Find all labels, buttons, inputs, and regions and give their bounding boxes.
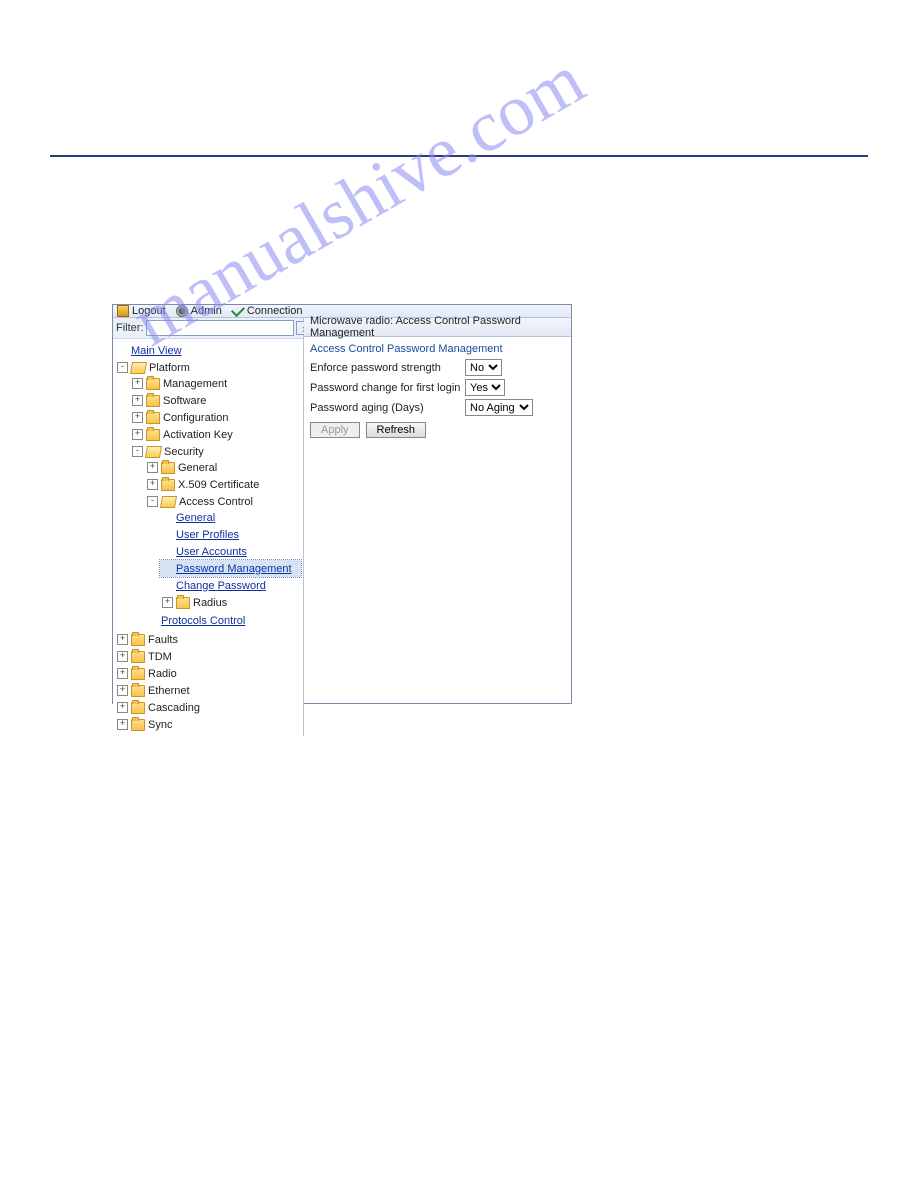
admin-icon	[176, 305, 188, 317]
folder-icon	[161, 479, 175, 491]
admin-label: Admin	[191, 305, 222, 317]
first-login-change-label: Password change for first login	[310, 382, 465, 394]
tree-item-ac-general[interactable]: General	[162, 510, 301, 525]
apply-button[interactable]: Apply	[310, 422, 360, 438]
expand-icon[interactable]: +	[117, 685, 128, 696]
collapse-icon[interactable]: -	[132, 446, 143, 457]
tree-item-faults[interactable]: + Faults	[117, 632, 301, 647]
first-login-change-select[interactable]: Yes	[465, 379, 505, 396]
tree-item-user-accounts[interactable]: User Accounts	[162, 544, 301, 559]
tree-item-radio[interactable]: + Radio	[117, 666, 301, 681]
expand-icon[interactable]: +	[117, 651, 128, 662]
main-view-link[interactable]: Main View	[131, 345, 182, 357]
admin-button[interactable]: Admin	[176, 305, 222, 317]
tree-item-software[interactable]: + Software	[132, 393, 301, 408]
enforce-strength-select[interactable]: No	[465, 359, 502, 376]
tree-item-tdm[interactable]: + TDM	[117, 649, 301, 664]
enforce-strength-label: Enforce password strength	[310, 362, 465, 374]
filter-row: Filter: x	[113, 318, 303, 339]
expand-icon[interactable]: +	[117, 668, 128, 679]
tree-item-ethernet[interactable]: + Ethernet	[117, 683, 301, 698]
tree-item-protocols-control[interactable]: Protocols Control	[147, 613, 301, 628]
connection-label: Connection	[247, 305, 303, 317]
filter-input[interactable]	[146, 320, 294, 336]
filter-label: Filter:	[116, 322, 144, 334]
expand-icon[interactable]: +	[117, 702, 128, 713]
folder-icon	[131, 634, 145, 646]
expand-icon[interactable]: +	[132, 412, 143, 423]
tree-item-change-password[interactable]: Change Password	[162, 578, 301, 593]
field-enforce-strength: Enforce password strength No	[310, 359, 565, 376]
logout-icon	[117, 305, 129, 317]
tree-item-sync[interactable]: + Sync	[117, 717, 301, 732]
expand-icon[interactable]: +	[147, 462, 158, 473]
tree-item-activation-key[interactable]: + Activation Key	[132, 427, 301, 442]
expand-icon[interactable]: +	[132, 378, 143, 389]
password-aging-label: Password aging (Days)	[310, 402, 465, 414]
tree-item-access-control[interactable]: - Access Control General	[145, 493, 301, 612]
folder-open-icon	[160, 496, 177, 508]
field-first-login-change: Password change for first login Yes	[310, 379, 565, 396]
tree-item-main-view[interactable]: Main View	[117, 343, 301, 358]
tree-item-security[interactable]: - Security + General	[130, 443, 301, 630]
section-title: Access Control Password Management	[310, 343, 565, 355]
expand-icon[interactable]: +	[147, 479, 158, 490]
folder-open-icon	[145, 446, 162, 458]
expand-icon[interactable]: +	[162, 597, 173, 608]
expand-icon[interactable]: +	[132, 429, 143, 440]
folder-icon	[146, 378, 160, 390]
field-password-aging: Password aging (Days) No Aging	[310, 399, 565, 416]
logout-button[interactable]: Logout	[117, 305, 166, 317]
tree-item-x509[interactable]: + X.509 Certificate	[147, 477, 301, 492]
folder-icon	[146, 395, 160, 407]
nav-tree: Main View - Platform + Manageme	[113, 339, 303, 736]
folder-icon	[131, 702, 145, 714]
tree-item-user-profiles[interactable]: User Profiles	[162, 527, 301, 542]
expand-icon[interactable]: +	[117, 719, 128, 730]
collapse-icon[interactable]: -	[147, 496, 158, 507]
folder-icon	[146, 412, 160, 424]
folder-open-icon	[130, 362, 147, 374]
collapse-icon[interactable]: -	[117, 362, 128, 373]
breadcrumb: Microwave radio: Access Control Password…	[304, 318, 571, 337]
check-icon	[231, 303, 245, 317]
folder-icon	[161, 462, 175, 474]
folder-icon	[131, 651, 145, 663]
main-panel: Microwave radio: Access Control Password…	[304, 318, 571, 736]
folder-icon	[131, 719, 145, 731]
expand-icon[interactable]: +	[132, 395, 143, 406]
folder-icon	[176, 597, 190, 609]
folder-icon	[146, 429, 160, 441]
tree-item-cascading[interactable]: + Cascading	[117, 700, 301, 715]
tree-item-management[interactable]: + Management	[132, 376, 301, 391]
expand-icon[interactable]: +	[117, 634, 128, 645]
app-window: Logout Admin Connection Filter: x Main V…	[112, 304, 572, 704]
tree-item-platform[interactable]: - Platform + Management +	[115, 359, 301, 631]
tree-item-password-management[interactable]: Password Management	[162, 561, 301, 576]
logout-label: Logout	[132, 305, 166, 317]
password-aging-select[interactable]: No Aging	[465, 399, 533, 416]
sidebar: Filter: x Main View - Platform	[113, 318, 304, 736]
folder-icon	[131, 685, 145, 697]
folder-icon	[131, 668, 145, 680]
refresh-button[interactable]: Refresh	[366, 422, 427, 438]
connection-button[interactable]: Connection	[232, 305, 303, 317]
tree-item-sec-general[interactable]: + General	[147, 460, 301, 475]
document-divider	[50, 155, 868, 157]
tree-item-radius[interactable]: + Radius	[162, 595, 301, 610]
tree-item-configuration[interactable]: + Configuration	[132, 410, 301, 425]
